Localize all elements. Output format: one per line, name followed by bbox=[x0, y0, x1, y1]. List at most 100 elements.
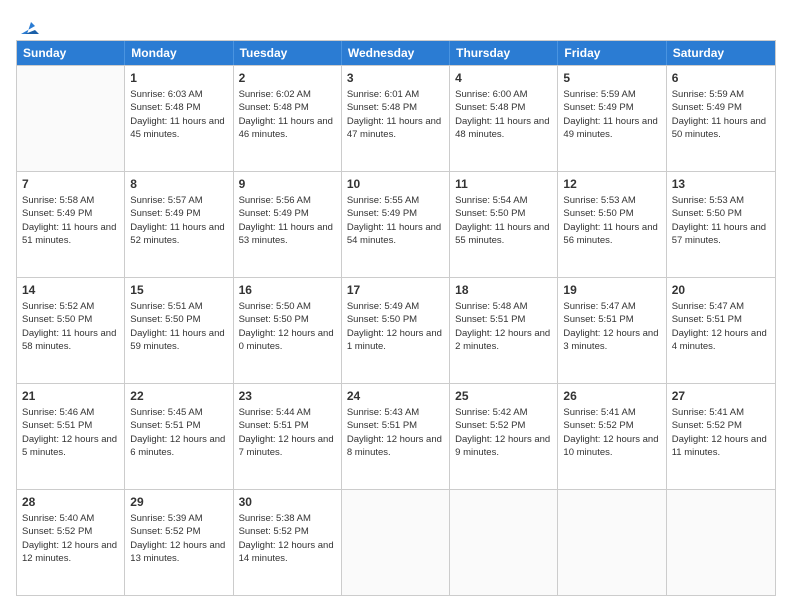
week-row-4: 21 Sunrise: 5:46 AMSunset: 5:51 PMDayligh… bbox=[17, 383, 775, 489]
day-number: 2 bbox=[239, 70, 336, 86]
day-info: Sunrise: 5:43 AMSunset: 5:51 PMDaylight:… bbox=[347, 406, 444, 459]
day-number: 15 bbox=[130, 282, 227, 298]
week-row-1: 1 Sunrise: 6:03 AMSunset: 5:48 PMDaylight… bbox=[17, 65, 775, 171]
day-number: 3 bbox=[347, 70, 444, 86]
day-info: Sunrise: 6:03 AMSunset: 5:48 PMDaylight:… bbox=[130, 88, 227, 141]
cal-cell-26: 26Sunrise: 5:41 AMSunset: 5:52 PMDayligh… bbox=[558, 384, 666, 489]
day-info: Sunrise: 5:59 AMSunset: 5:49 PMDaylight:… bbox=[563, 88, 660, 141]
day-info: Sunrise: 5:50 AMSunset: 5:50 PMDaylight:… bbox=[239, 300, 336, 353]
day-info: Sunrise: 5:40 AMSunset: 5:52 PMDaylight:… bbox=[22, 512, 119, 565]
day-number: 9 bbox=[239, 176, 336, 192]
cal-cell-17: 17 Sunrise: 5:49 AMSunset: 5:50 PMDayligh… bbox=[342, 278, 450, 383]
header bbox=[16, 16, 776, 32]
day-info: Sunrise: 5:46 AMSunset: 5:51 PMDaylight:… bbox=[22, 406, 119, 459]
day-number: 22 bbox=[130, 388, 227, 404]
day-info: Sunrise: 5:45 AMSunset: 5:51 PMDaylight:… bbox=[130, 406, 227, 459]
day-number: 5 bbox=[563, 70, 660, 86]
day-number: 11 bbox=[455, 176, 552, 192]
day-info: Sunrise: 5:58 AMSunset: 5:49 PMDaylight:… bbox=[22, 194, 119, 247]
day-number: 14 bbox=[22, 282, 119, 298]
header-day-saturday: Saturday bbox=[667, 41, 775, 65]
day-info: Sunrise: 5:41 AMSunset: 5:52 PMDaylight:… bbox=[672, 406, 770, 459]
logo-icon bbox=[17, 16, 39, 38]
cal-cell-2: 2 Sunrise: 6:02 AMSunset: 5:48 PMDaylight… bbox=[234, 66, 342, 171]
day-info: Sunrise: 5:39 AMSunset: 5:52 PMDaylight:… bbox=[130, 512, 227, 565]
day-info: Sunrise: 5:53 AMSunset: 5:50 PMDaylight:… bbox=[672, 194, 770, 247]
header-day-wednesday: Wednesday bbox=[342, 41, 450, 65]
day-number: 4 bbox=[455, 70, 552, 86]
day-number: 21 bbox=[22, 388, 119, 404]
cal-cell-18: 18Sunrise: 5:48 AMSunset: 5:51 PMDayligh… bbox=[450, 278, 558, 383]
cal-cell-21: 21 Sunrise: 5:46 AMSunset: 5:51 PMDayligh… bbox=[17, 384, 125, 489]
day-info: Sunrise: 5:52 AMSunset: 5:50 PMDaylight:… bbox=[22, 300, 119, 353]
day-info: Sunrise: 5:53 AMSunset: 5:50 PMDaylight:… bbox=[563, 194, 660, 247]
day-info: Sunrise: 5:54 AMSunset: 5:50 PMDaylight:… bbox=[455, 194, 552, 247]
day-info: Sunrise: 5:59 AMSunset: 5:49 PMDaylight:… bbox=[672, 88, 770, 141]
page: SundayMondayTuesdayWednesdayThursdayFrid… bbox=[0, 0, 792, 612]
day-number: 24 bbox=[347, 388, 444, 404]
cal-cell-empty-4-3 bbox=[342, 490, 450, 595]
cal-cell-3: 3 Sunrise: 6:01 AMSunset: 5:48 PMDaylight… bbox=[342, 66, 450, 171]
day-number: 8 bbox=[130, 176, 227, 192]
cal-cell-5: 5 Sunrise: 5:59 AMSunset: 5:49 PMDaylight… bbox=[558, 66, 666, 171]
day-number: 30 bbox=[239, 494, 336, 510]
calendar-header: SundayMondayTuesdayWednesdayThursdayFrid… bbox=[17, 41, 775, 65]
day-number: 26 bbox=[563, 388, 660, 404]
day-info: Sunrise: 5:51 AMSunset: 5:50 PMDaylight:… bbox=[130, 300, 227, 353]
cal-cell-24: 24 Sunrise: 5:43 AMSunset: 5:51 PMDayligh… bbox=[342, 384, 450, 489]
day-info: Sunrise: 5:42 AMSunset: 5:52 PMDaylight:… bbox=[455, 406, 552, 459]
day-number: 18 bbox=[455, 282, 552, 298]
cal-cell-28: 28 Sunrise: 5:40 AMSunset: 5:52 PMDayligh… bbox=[17, 490, 125, 595]
cal-cell-4: 4 Sunrise: 6:00 AMSunset: 5:48 PMDaylight… bbox=[450, 66, 558, 171]
cal-cell-12: 12 Sunrise: 5:53 AMSunset: 5:50 PMDayligh… bbox=[558, 172, 666, 277]
day-number: 16 bbox=[239, 282, 336, 298]
day-number: 13 bbox=[672, 176, 770, 192]
cal-cell-8: 8 Sunrise: 5:57 AMSunset: 5:49 PMDaylight… bbox=[125, 172, 233, 277]
cal-cell-22: 22 Sunrise: 5:45 AMSunset: 5:51 PMDayligh… bbox=[125, 384, 233, 489]
calendar: SundayMondayTuesdayWednesdayThursdayFrid… bbox=[16, 40, 776, 596]
cal-cell-9: 9 Sunrise: 5:56 AMSunset: 5:49 PMDaylight… bbox=[234, 172, 342, 277]
cal-cell-7: 7Sunrise: 5:58 AMSunset: 5:49 PMDaylight… bbox=[17, 172, 125, 277]
cal-cell-empty-4-6 bbox=[667, 490, 775, 595]
cal-cell-15: 15 Sunrise: 5:51 AMSunset: 5:50 PMDayligh… bbox=[125, 278, 233, 383]
day-number: 19 bbox=[563, 282, 660, 298]
header-day-sunday: Sunday bbox=[17, 41, 125, 65]
day-info: Sunrise: 5:49 AMSunset: 5:50 PMDaylight:… bbox=[347, 300, 444, 353]
day-info: Sunrise: 5:56 AMSunset: 5:49 PMDaylight:… bbox=[239, 194, 336, 247]
cal-cell-10: 10 Sunrise: 5:55 AMSunset: 5:49 PMDayligh… bbox=[342, 172, 450, 277]
day-number: 25 bbox=[455, 388, 552, 404]
header-day-thursday: Thursday bbox=[450, 41, 558, 65]
header-day-tuesday: Tuesday bbox=[234, 41, 342, 65]
cal-cell-14: 14 Sunrise: 5:52 AMSunset: 5:50 PMDayligh… bbox=[17, 278, 125, 383]
week-row-5: 28 Sunrise: 5:40 AMSunset: 5:52 PMDayligh… bbox=[17, 489, 775, 595]
day-number: 1 bbox=[130, 70, 227, 86]
day-info: Sunrise: 5:57 AMSunset: 5:49 PMDaylight:… bbox=[130, 194, 227, 247]
day-number: 12 bbox=[563, 176, 660, 192]
day-number: 10 bbox=[347, 176, 444, 192]
day-info: Sunrise: 5:38 AMSunset: 5:52 PMDaylight:… bbox=[239, 512, 336, 565]
day-number: 29 bbox=[130, 494, 227, 510]
cal-cell-29: 29 Sunrise: 5:39 AMSunset: 5:52 PMDayligh… bbox=[125, 490, 233, 595]
day-info: Sunrise: 5:55 AMSunset: 5:49 PMDaylight:… bbox=[347, 194, 444, 247]
header-day-friday: Friday bbox=[558, 41, 666, 65]
day-number: 28 bbox=[22, 494, 119, 510]
cal-cell-11: 11 Sunrise: 5:54 AMSunset: 5:50 PMDayligh… bbox=[450, 172, 558, 277]
day-info: Sunrise: 5:47 AMSunset: 5:51 PMDaylight:… bbox=[563, 300, 660, 353]
day-number: 27 bbox=[672, 388, 770, 404]
cal-cell-23: 23 Sunrise: 5:44 AMSunset: 5:51 PMDayligh… bbox=[234, 384, 342, 489]
day-info: Sunrise: 6:01 AMSunset: 5:48 PMDaylight:… bbox=[347, 88, 444, 141]
cal-cell-19: 19 Sunrise: 5:47 AMSunset: 5:51 PMDayligh… bbox=[558, 278, 666, 383]
day-number: 20 bbox=[672, 282, 770, 298]
cal-cell-30: 30 Sunrise: 5:38 AMSunset: 5:52 PMDayligh… bbox=[234, 490, 342, 595]
day-info: Sunrise: 6:00 AMSunset: 5:48 PMDaylight:… bbox=[455, 88, 552, 141]
day-info: Sunrise: 5:44 AMSunset: 5:51 PMDaylight:… bbox=[239, 406, 336, 459]
calendar-body: 1 Sunrise: 6:03 AMSunset: 5:48 PMDaylight… bbox=[17, 65, 775, 595]
day-number: 17 bbox=[347, 282, 444, 298]
cal-cell-empty-4-4 bbox=[450, 490, 558, 595]
week-row-2: 7Sunrise: 5:58 AMSunset: 5:49 PMDaylight… bbox=[17, 171, 775, 277]
week-row-3: 14 Sunrise: 5:52 AMSunset: 5:50 PMDayligh… bbox=[17, 277, 775, 383]
day-number: 23 bbox=[239, 388, 336, 404]
cal-cell-1: 1 Sunrise: 6:03 AMSunset: 5:48 PMDaylight… bbox=[125, 66, 233, 171]
cal-cell-16: 16 Sunrise: 5:50 AMSunset: 5:50 PMDayligh… bbox=[234, 278, 342, 383]
day-info: Sunrise: 6:02 AMSunset: 5:48 PMDaylight:… bbox=[239, 88, 336, 141]
